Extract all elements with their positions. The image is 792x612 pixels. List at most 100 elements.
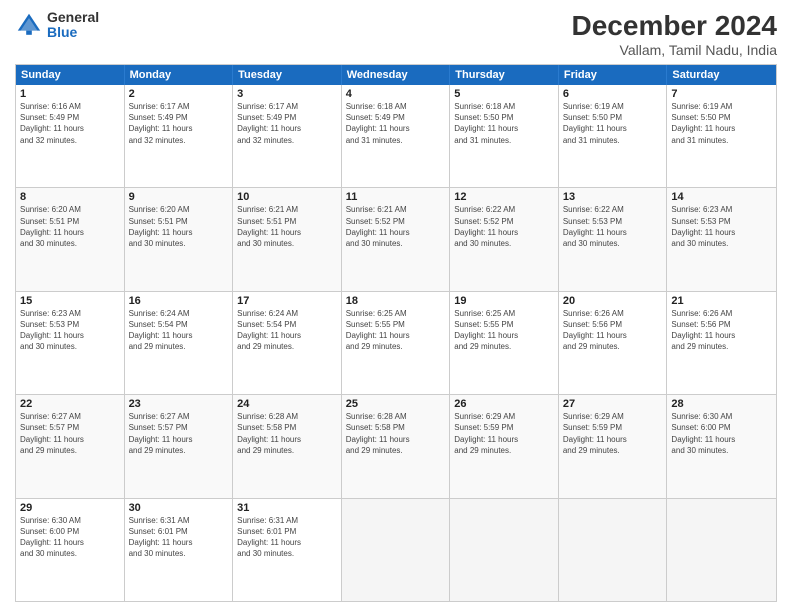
calendar-cell-r4-c7: 28Sunrise: 6:30 AM Sunset: 6:00 PM Dayli… — [667, 395, 776, 497]
day-info: Sunrise: 6:25 AM Sunset: 5:55 PM Dayligh… — [346, 308, 446, 353]
calendar-cell-r5-c1: 29Sunrise: 6:30 AM Sunset: 6:00 PM Dayli… — [16, 499, 125, 601]
calendar-cell-r1-c7: 7Sunrise: 6:19 AM Sunset: 5:50 PM Daylig… — [667, 85, 776, 187]
page: General Blue December 2024 Vallam, Tamil… — [0, 0, 792, 612]
day-number: 18 — [346, 295, 446, 307]
day-info: Sunrise: 6:29 AM Sunset: 5:59 PM Dayligh… — [563, 411, 663, 456]
day-number: 6 — [563, 88, 663, 100]
day-info: Sunrise: 6:17 AM Sunset: 5:49 PM Dayligh… — [129, 101, 229, 146]
weekday-header-thursday: Thursday — [450, 65, 559, 85]
day-number: 5 — [454, 88, 554, 100]
calendar-cell-r2-c1: 8Sunrise: 6:20 AM Sunset: 5:51 PM Daylig… — [16, 188, 125, 290]
day-number: 21 — [671, 295, 772, 307]
calendar-cell-r5-c2: 30Sunrise: 6:31 AM Sunset: 6:01 PM Dayli… — [125, 499, 234, 601]
day-number: 11 — [346, 191, 446, 203]
calendar-cell-r2-c3: 10Sunrise: 6:21 AM Sunset: 5:51 PM Dayli… — [233, 188, 342, 290]
day-info: Sunrise: 6:17 AM Sunset: 5:49 PM Dayligh… — [237, 101, 337, 146]
calendar-cell-r2-c2: 9Sunrise: 6:20 AM Sunset: 5:51 PM Daylig… — [125, 188, 234, 290]
day-info: Sunrise: 6:27 AM Sunset: 5:57 PM Dayligh… — [129, 411, 229, 456]
calendar-cell-r3-c6: 20Sunrise: 6:26 AM Sunset: 5:56 PM Dayli… — [559, 292, 668, 394]
calendar-body: 1Sunrise: 6:16 AM Sunset: 5:49 PM Daylig… — [16, 85, 776, 601]
calendar-cell-r5-c3: 31Sunrise: 6:31 AM Sunset: 6:01 PM Dayli… — [233, 499, 342, 601]
day-number: 22 — [20, 398, 120, 410]
calendar-cell-r2-c7: 14Sunrise: 6:23 AM Sunset: 5:53 PM Dayli… — [667, 188, 776, 290]
day-number: 8 — [20, 191, 120, 203]
calendar-cell-r4-c2: 23Sunrise: 6:27 AM Sunset: 5:57 PM Dayli… — [125, 395, 234, 497]
weekday-header-friday: Friday — [559, 65, 668, 85]
month-title: December 2024 — [572, 10, 777, 42]
day-number: 29 — [20, 502, 120, 514]
day-number: 14 — [671, 191, 772, 203]
day-info: Sunrise: 6:21 AM Sunset: 5:51 PM Dayligh… — [237, 204, 337, 249]
day-info: Sunrise: 6:24 AM Sunset: 5:54 PM Dayligh… — [129, 308, 229, 353]
calendar-cell-r4-c5: 26Sunrise: 6:29 AM Sunset: 5:59 PM Dayli… — [450, 395, 559, 497]
calendar-cell-r5-c5 — [450, 499, 559, 601]
calendar-cell-r4-c3: 24Sunrise: 6:28 AM Sunset: 5:58 PM Dayli… — [233, 395, 342, 497]
day-info: Sunrise: 6:25 AM Sunset: 5:55 PM Dayligh… — [454, 308, 554, 353]
calendar: SundayMondayTuesdayWednesdayThursdayFrid… — [15, 64, 777, 602]
day-info: Sunrise: 6:28 AM Sunset: 5:58 PM Dayligh… — [237, 411, 337, 456]
calendar-cell-r1-c5: 5Sunrise: 6:18 AM Sunset: 5:50 PM Daylig… — [450, 85, 559, 187]
calendar-cell-r1-c4: 4Sunrise: 6:18 AM Sunset: 5:49 PM Daylig… — [342, 85, 451, 187]
calendar-header: SundayMondayTuesdayWednesdayThursdayFrid… — [16, 65, 776, 85]
day-number: 19 — [454, 295, 554, 307]
day-number: 24 — [237, 398, 337, 410]
weekday-header-monday: Monday — [125, 65, 234, 85]
calendar-cell-r1-c2: 2Sunrise: 6:17 AM Sunset: 5:49 PM Daylig… — [125, 85, 234, 187]
day-number: 10 — [237, 191, 337, 203]
calendar-cell-r4-c6: 27Sunrise: 6:29 AM Sunset: 5:59 PM Dayli… — [559, 395, 668, 497]
day-info: Sunrise: 6:30 AM Sunset: 6:00 PM Dayligh… — [20, 515, 120, 560]
calendar-cell-r2-c5: 12Sunrise: 6:22 AM Sunset: 5:52 PM Dayli… — [450, 188, 559, 290]
day-info: Sunrise: 6:18 AM Sunset: 5:49 PM Dayligh… — [346, 101, 446, 146]
calendar-cell-r1-c6: 6Sunrise: 6:19 AM Sunset: 5:50 PM Daylig… — [559, 85, 668, 187]
calendar-cell-r1-c3: 3Sunrise: 6:17 AM Sunset: 5:49 PM Daylig… — [233, 85, 342, 187]
day-number: 26 — [454, 398, 554, 410]
day-info: Sunrise: 6:19 AM Sunset: 5:50 PM Dayligh… — [671, 101, 772, 146]
day-number: 4 — [346, 88, 446, 100]
day-info: Sunrise: 6:24 AM Sunset: 5:54 PM Dayligh… — [237, 308, 337, 353]
day-info: Sunrise: 6:23 AM Sunset: 5:53 PM Dayligh… — [671, 204, 772, 249]
day-number: 12 — [454, 191, 554, 203]
weekday-header-saturday: Saturday — [667, 65, 776, 85]
calendar-cell-r3-c4: 18Sunrise: 6:25 AM Sunset: 5:55 PM Dayli… — [342, 292, 451, 394]
weekday-header-wednesday: Wednesday — [342, 65, 451, 85]
day-info: Sunrise: 6:31 AM Sunset: 6:01 PM Dayligh… — [237, 515, 337, 560]
day-number: 3 — [237, 88, 337, 100]
day-number: 23 — [129, 398, 229, 410]
logo-blue-label: Blue — [47, 25, 99, 40]
day-number: 15 — [20, 295, 120, 307]
calendar-cell-r1-c1: 1Sunrise: 6:16 AM Sunset: 5:49 PM Daylig… — [16, 85, 125, 187]
day-number: 1 — [20, 88, 120, 100]
day-number: 16 — [129, 295, 229, 307]
calendar-cell-r3-c1: 15Sunrise: 6:23 AM Sunset: 5:53 PM Dayli… — [16, 292, 125, 394]
day-info: Sunrise: 6:19 AM Sunset: 5:50 PM Dayligh… — [563, 101, 663, 146]
day-number: 17 — [237, 295, 337, 307]
day-number: 30 — [129, 502, 229, 514]
weekday-header-tuesday: Tuesday — [233, 65, 342, 85]
calendar-row-5: 29Sunrise: 6:30 AM Sunset: 6:00 PM Dayli… — [16, 499, 776, 601]
calendar-row-4: 22 Sunrise: 6:27 AM Sunset: 5:57 PM Dayli… — [16, 395, 776, 498]
day-number: 31 — [237, 502, 337, 514]
day-info: Sunrise: 6:23 AM Sunset: 5:53 PM Dayligh… — [20, 308, 120, 353]
calendar-cell-r3-c2: 16Sunrise: 6:24 AM Sunset: 5:54 PM Dayli… — [125, 292, 234, 394]
calendar-cell-r3-c5: 19Sunrise: 6:25 AM Sunset: 5:55 PM Dayli… — [450, 292, 559, 394]
day-info: Sunrise: 6:22 AM Sunset: 5:52 PM Dayligh… — [454, 204, 554, 249]
day-info: Sunrise: 6:31 AM Sunset: 6:01 PM Dayligh… — [129, 515, 229, 560]
day-info: Sunrise: 6:20 AM Sunset: 5:51 PM Dayligh… — [129, 204, 229, 249]
calendar-row-3: 15Sunrise: 6:23 AM Sunset: 5:53 PM Dayli… — [16, 292, 776, 395]
day-info: Sunrise: 6:20 AM Sunset: 5:51 PM Dayligh… — [20, 204, 120, 249]
header: General Blue December 2024 Vallam, Tamil… — [15, 10, 777, 58]
weekday-header-sunday: Sunday — [16, 65, 125, 85]
calendar-cell-r3-c3: 17Sunrise: 6:24 AM Sunset: 5:54 PM Dayli… — [233, 292, 342, 394]
title-block: December 2024 Vallam, Tamil Nadu, India — [572, 10, 777, 58]
calendar-cell-r2-c4: 11Sunrise: 6:21 AM Sunset: 5:52 PM Dayli… — [342, 188, 451, 290]
calendar-cell-r4-c4: 25Sunrise: 6:28 AM Sunset: 5:58 PM Dayli… — [342, 395, 451, 497]
day-number: 20 — [563, 295, 663, 307]
day-info: Sunrise: 6:30 AM Sunset: 6:00 PM Dayligh… — [671, 411, 772, 456]
day-info: Sunrise: 6:21 AM Sunset: 5:52 PM Dayligh… — [346, 204, 446, 249]
location-subtitle: Vallam, Tamil Nadu, India — [572, 42, 777, 58]
calendar-cell-r2-c6: 13Sunrise: 6:22 AM Sunset: 5:53 PM Dayli… — [559, 188, 668, 290]
day-number: 28 — [671, 398, 772, 410]
day-number: 9 — [129, 191, 229, 203]
calendar-cell-r5-c6 — [559, 499, 668, 601]
calendar-cell-r3-c7: 21Sunrise: 6:26 AM Sunset: 5:56 PM Dayli… — [667, 292, 776, 394]
